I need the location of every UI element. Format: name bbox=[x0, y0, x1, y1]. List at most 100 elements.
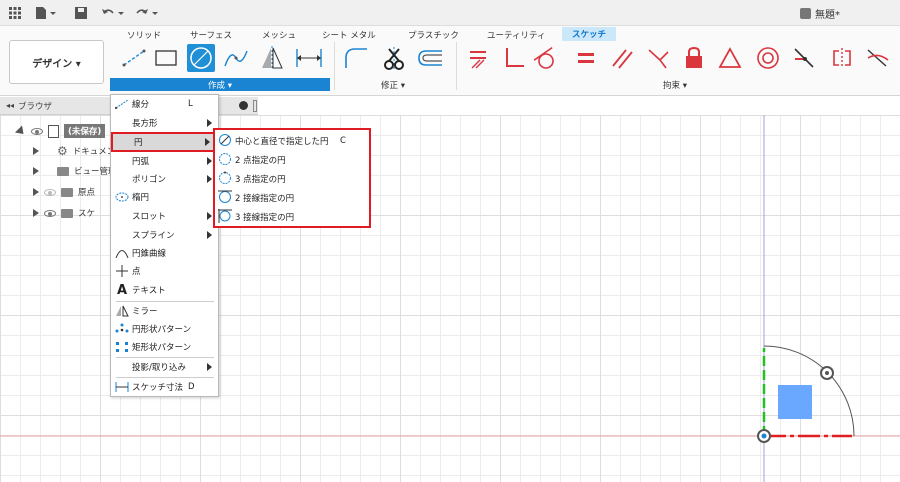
parallel-constraint-icon[interactable] bbox=[608, 44, 636, 72]
title-bar: 無題* bbox=[0, 0, 900, 26]
submenu-arrow-icon bbox=[207, 363, 212, 371]
fix-constraint-icon[interactable] bbox=[680, 44, 708, 72]
tab-sketch[interactable]: スケッチ bbox=[562, 27, 617, 41]
hidden-eye-icon[interactable] bbox=[44, 188, 56, 196]
two-point-circle-icon bbox=[218, 152, 232, 169]
three-point-circle-icon bbox=[218, 171, 232, 188]
visibility-icon[interactable] bbox=[44, 209, 56, 217]
expand-icon[interactable] bbox=[14, 124, 28, 138]
browser-resize-handle[interactable] bbox=[253, 99, 257, 112]
circle-tool-icon[interactable] bbox=[187, 44, 215, 72]
document-title: 無題* bbox=[800, 6, 840, 21]
modify-group-label[interactable]: 修正 ▾ bbox=[381, 79, 405, 91]
menu-item-arc[interactable]: 円弧 bbox=[111, 152, 218, 170]
tab-solid[interactable]: ソリッド bbox=[127, 29, 161, 41]
menu-item-shortcut: D bbox=[188, 382, 195, 392]
ellipse-icon bbox=[114, 192, 130, 202]
tree-item-origin[interactable]: 原点 bbox=[33, 184, 95, 200]
ribbon-separator bbox=[456, 42, 457, 90]
menu-item-circle[interactable]: 円 bbox=[111, 132, 218, 152]
document-icon bbox=[48, 124, 59, 138]
equal-constraint-icon[interactable] bbox=[572, 44, 600, 72]
tab-plastic[interactable]: プラスチック bbox=[408, 29, 459, 41]
menu-item-mirror[interactable]: ミラー bbox=[111, 302, 218, 320]
menu-item-label: 線分 bbox=[132, 100, 150, 110]
concentric-constraint-icon[interactable] bbox=[754, 44, 782, 72]
collapse-icon[interactable]: ◂◂ bbox=[6, 101, 14, 110]
tab-mesh[interactable]: メッシュ bbox=[262, 29, 296, 41]
file-icon[interactable] bbox=[34, 4, 58, 22]
folder-icon bbox=[57, 166, 69, 176]
expand-icon[interactable] bbox=[33, 188, 39, 196]
menu-item-text[interactable]: A テキスト bbox=[111, 281, 218, 299]
redo-icon[interactable] bbox=[134, 4, 160, 22]
expand-icon[interactable] bbox=[33, 147, 39, 155]
tab-utility[interactable]: ユーティリティ bbox=[487, 29, 545, 41]
rectangular-pattern-icon bbox=[114, 341, 130, 353]
menu-item-line[interactable]: 線分 L bbox=[111, 95, 218, 113]
submenu-item-three-tangent-circle[interactable]: 3 接線指定の円 bbox=[218, 208, 368, 226]
line-icon bbox=[114, 99, 130, 109]
menu-item-circular-pattern[interactable]: 円形状パターン bbox=[111, 320, 218, 338]
submenu-item-center-diameter-circle[interactable]: 中心と直径で指定した円 C bbox=[218, 132, 368, 150]
save-icon[interactable] bbox=[72, 4, 90, 22]
visibility-icon[interactable] bbox=[31, 127, 43, 135]
cube-icon bbox=[800, 8, 811, 19]
submenu-arrow-icon bbox=[207, 157, 212, 165]
grid-icon[interactable] bbox=[6, 4, 24, 22]
workspace-button[interactable]: デザイン ▾ bbox=[9, 40, 104, 84]
browser-pin-icon[interactable] bbox=[239, 101, 248, 110]
expand-icon[interactable] bbox=[33, 167, 39, 175]
tree-item-label: ドキュメン bbox=[72, 147, 116, 157]
menu-item-polygon[interactable]: ポリゴン bbox=[111, 170, 218, 188]
spline-tool-icon[interactable] bbox=[222, 44, 250, 72]
horizontal-constraint-icon[interactable] bbox=[464, 44, 492, 72]
line-tool-icon[interactable] bbox=[120, 44, 148, 72]
submenu-item-label: 中心と直径で指定した円 bbox=[235, 137, 329, 147]
create-dropdown-menu: 線分 L 長方形 円 円弧 ポリゴン 楕円 スロット スプライン 円錐曲線 点 … bbox=[110, 94, 219, 397]
menu-item-conic[interactable]: 円錐曲線 bbox=[111, 244, 218, 262]
midpoint-constraint-icon[interactable] bbox=[716, 44, 744, 72]
menu-item-slot[interactable]: スロット bbox=[111, 207, 218, 225]
menu-item-project-include[interactable]: 投影/取り込み bbox=[111, 358, 218, 376]
undo-icon[interactable] bbox=[100, 4, 126, 22]
menu-item-label: スケッチ寸法 bbox=[132, 383, 184, 393]
trim-tool-icon[interactable] bbox=[380, 44, 408, 72]
symmetry-constraint-icon[interactable] bbox=[828, 44, 856, 72]
menu-item-rectangle[interactable]: 長方形 bbox=[111, 114, 218, 132]
menu-item-label: スロット bbox=[132, 212, 167, 222]
dimension-icon bbox=[114, 381, 130, 393]
mirror-tool-icon[interactable] bbox=[258, 44, 286, 72]
menu-item-point[interactable]: 点 bbox=[111, 262, 218, 280]
menu-item-sketch-dimension[interactable]: スケッチ寸法 D bbox=[111, 378, 218, 396]
menu-item-spline[interactable]: スプライン bbox=[111, 226, 218, 244]
tree-root[interactable]: (未保存) bbox=[14, 123, 106, 139]
rectangle-tool-icon[interactable] bbox=[152, 44, 180, 72]
menu-item-rectangular-pattern[interactable]: 矩形状パターン bbox=[111, 338, 218, 356]
submenu-item-three-point-circle[interactable]: 3 点指定の円 bbox=[218, 170, 368, 188]
submenu-item-two-point-circle[interactable]: 2 点指定の円 bbox=[218, 151, 368, 169]
offset-tool-icon[interactable] bbox=[416, 44, 444, 72]
tree-item-views[interactable]: ビュー管理 bbox=[33, 163, 117, 179]
dimension-tool-icon[interactable] bbox=[294, 44, 322, 72]
tab-surface[interactable]: サーフェス bbox=[190, 29, 232, 41]
point-icon bbox=[114, 265, 130, 277]
menu-item-ellipse[interactable]: 楕円 bbox=[111, 188, 218, 206]
fillet-tool-icon[interactable] bbox=[342, 44, 370, 72]
curvature-constraint-icon[interactable] bbox=[864, 44, 892, 72]
create-group-label[interactable]: 作成 ▾ bbox=[110, 78, 330, 91]
expand-icon[interactable] bbox=[33, 209, 39, 217]
tree-item-document[interactable]: ⚙ ドキュメン bbox=[33, 143, 115, 159]
gear-icon: ⚙ bbox=[57, 144, 68, 158]
coincident-constraint-icon[interactable] bbox=[644, 44, 672, 72]
collinear-constraint-icon[interactable] bbox=[790, 44, 818, 72]
submenu-item-two-tangent-circle[interactable]: 2 接線指定の円 bbox=[218, 189, 368, 207]
constraints-group-label[interactable]: 拘束 ▾ bbox=[663, 79, 687, 91]
tangent-constraint-icon[interactable] bbox=[532, 44, 560, 72]
tree-item-sketches[interactable]: スケ bbox=[33, 205, 95, 221]
submenu-arrow-icon bbox=[207, 231, 212, 239]
tab-sheet-metal[interactable]: シート メタル bbox=[322, 29, 376, 41]
perpendicular-constraint-icon[interactable] bbox=[500, 44, 528, 72]
document-title-text: 無題* bbox=[815, 10, 840, 21]
circle-submenu: 中心と直径で指定した円 C 2 点指定の円 3 点指定の円 2 接線指定の円 3… bbox=[213, 128, 371, 228]
